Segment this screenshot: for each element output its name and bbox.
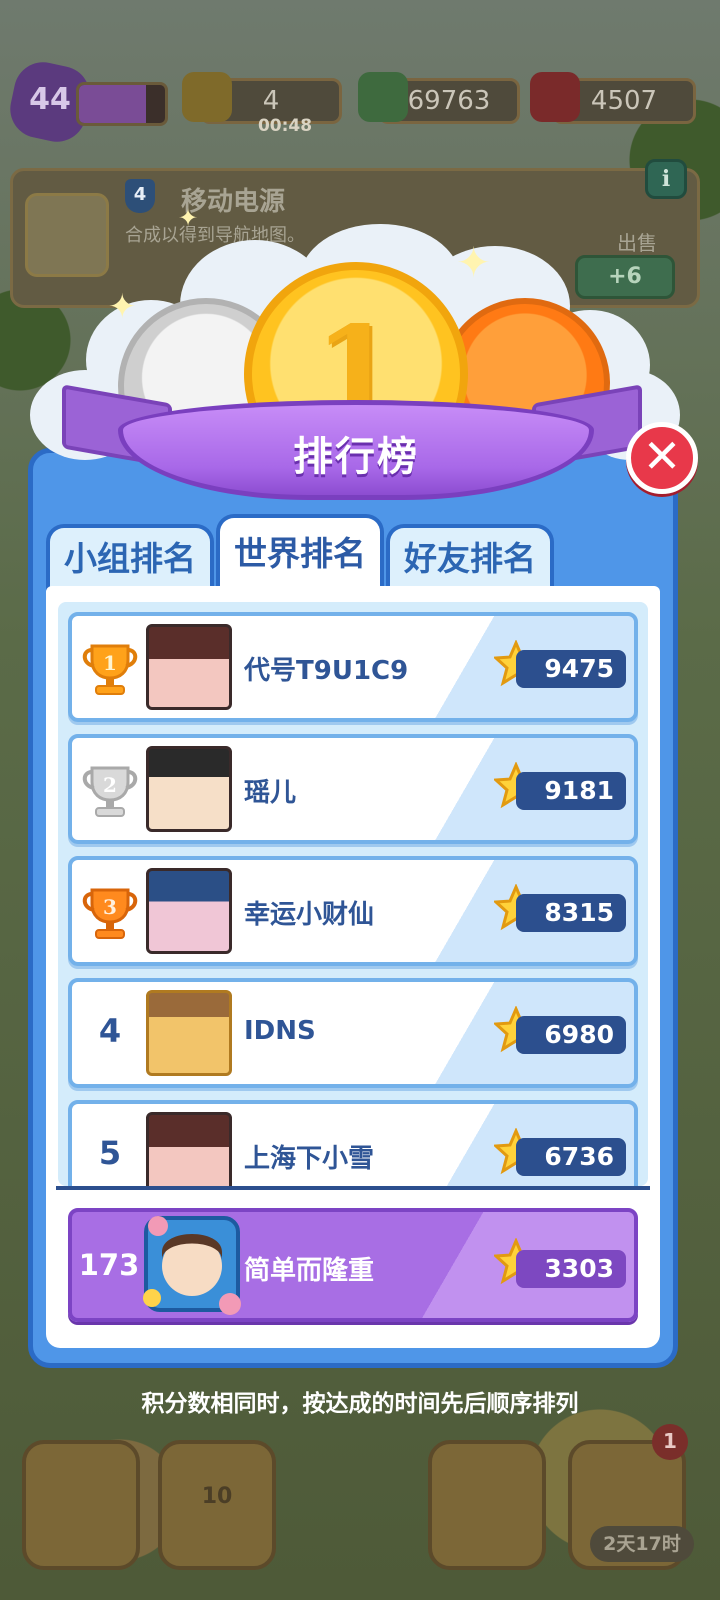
my-ranking-row[interactable]: 173 简单而隆重 3303: [68, 1208, 638, 1322]
tab-world-ranking[interactable]: 世界排名: [216, 514, 384, 590]
trophy-rank-label: 3: [103, 895, 117, 919]
list-divider: [56, 1186, 650, 1190]
silver-trophy-icon: 2: [82, 766, 138, 817]
player-name: 代号T9U1C9: [244, 656, 409, 686]
sparkle-icon: ✦: [108, 287, 137, 327]
ranking-row[interactable]: 2 瑶儿 9181: [68, 734, 638, 844]
player-score: 9181: [516, 772, 626, 810]
sparkle-icon: ✦: [178, 204, 199, 232]
player-name: 幸运小财仙: [244, 900, 375, 930]
tab-group-ranking[interactable]: 小组排名: [46, 524, 214, 590]
trophy-rank-label: 2: [103, 773, 117, 797]
player-score: 9475: [516, 650, 626, 688]
my-player-name: 简单而隆重: [244, 1256, 375, 1286]
my-rank-number: 173: [78, 1248, 140, 1282]
trophy-count: 10: [201, 1484, 233, 1509]
player-score: 6736: [516, 1138, 626, 1176]
rank-number: 5: [98, 1134, 122, 1172]
ranking-row[interactable]: 4 IDNS 6980: [68, 978, 638, 1088]
bronze-trophy-icon: 3: [82, 888, 138, 939]
ranking-row[interactable]: 5 上海下小雪 6736: [68, 1100, 638, 1186]
ranking-footnote: 积分数相同时，按达成的时间先后顺序排列: [141, 1391, 579, 1417]
avatar: [146, 624, 232, 710]
avatar: [146, 990, 232, 1076]
close-button[interactable]: ✕: [626, 422, 698, 494]
avatar: [146, 868, 232, 954]
tab-friend-ranking[interactable]: 好友排名: [386, 524, 554, 590]
sparkle-icon: ✦: [456, 238, 492, 287]
my-score: 3303: [516, 1250, 626, 1288]
avatar: [146, 1112, 232, 1186]
trophy-rank-label: 1: [103, 651, 117, 675]
ranking-row[interactable]: 3 幸运小财仙 8315: [68, 856, 638, 966]
player-name: 上海下小雪: [244, 1144, 375, 1174]
player-score: 6980: [516, 1016, 626, 1054]
shop-basket-button[interactable]: [428, 1440, 546, 1570]
player-name: 瑶儿: [244, 778, 297, 808]
gold-trophy-icon: 1: [82, 644, 138, 695]
player-name: IDNS: [244, 1016, 316, 1046]
back-button[interactable]: [22, 1440, 140, 1570]
ranking-list[interactable]: 1 代号T9U1C9 9475 2 瑶儿 9181 3 幸运小财仙 8315 4…: [58, 602, 648, 1186]
player-score: 8315: [516, 894, 626, 932]
event-timer: 2天17时: [590, 1526, 694, 1562]
ranking-row[interactable]: 1 代号T9U1C9 9475: [68, 612, 638, 722]
avatar: [146, 746, 232, 832]
my-avatar: [143, 1216, 241, 1315]
modal-title: 排行榜: [293, 434, 419, 480]
notification-badge: 1: [652, 1424, 688, 1460]
rank-number: 4: [98, 1012, 122, 1050]
